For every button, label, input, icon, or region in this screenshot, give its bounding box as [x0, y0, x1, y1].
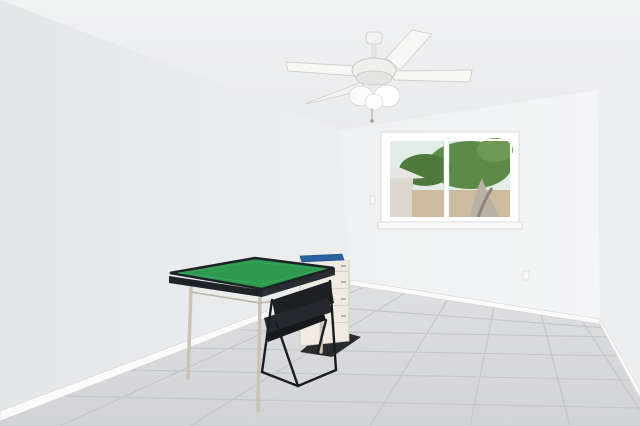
fan-light [364, 93, 384, 111]
wall-outlet [522, 270, 530, 281]
window [377, 131, 523, 230]
light-switch [369, 195, 376, 205]
fan-blade [391, 69, 473, 83]
room-photo [0, 0, 640, 426]
window-view [388, 138, 513, 220]
